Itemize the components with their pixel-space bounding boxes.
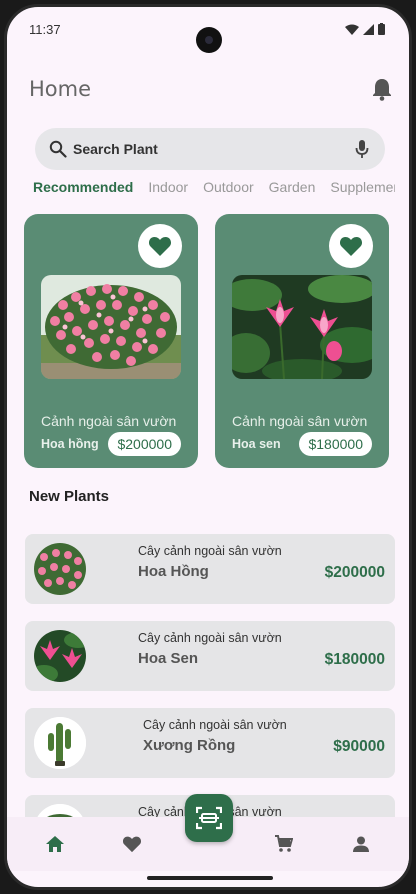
cactus-thumbnail (34, 717, 86, 769)
item-subtitle: Cây cảnh ngoài sân vườn (138, 631, 282, 645)
tab-supplement[interactable]: Supplement (330, 179, 395, 201)
signal-icon (363, 23, 374, 35)
tab-outdoor[interactable]: Outdoor (203, 179, 254, 201)
nav-home[interactable] (35, 824, 75, 864)
app-header: Home (29, 71, 393, 107)
search-bar[interactable] (35, 128, 385, 170)
card-name: Hoa hồng (41, 437, 99, 451)
heart-icon (339, 237, 363, 256)
front-camera (196, 27, 222, 53)
item-price: $200000 (324, 564, 385, 581)
page-title: Home (29, 77, 92, 101)
scan-icon (196, 806, 222, 830)
status-time: 11:37 (29, 21, 61, 37)
lotus-image (232, 275, 372, 379)
list-item[interactable]: Cây cảnh ngoài sân vườn Hoa Hồng $200000 (25, 534, 395, 604)
card-name: Hoa sen (232, 437, 281, 451)
favorite-button[interactable] (329, 224, 373, 268)
section-title: New Plants (29, 488, 110, 505)
wifi-icon (345, 24, 359, 35)
home-icon (46, 836, 65, 852)
bell-icon[interactable] (371, 77, 393, 101)
favorite-button[interactable] (138, 224, 182, 268)
microphone-icon[interactable] (355, 139, 369, 159)
item-name: Hoa Hồng (138, 563, 209, 580)
card-price: $180000 (299, 432, 372, 456)
list-item[interactable]: Cây cảnh ngoài sân vườn Xương Rồng $9000… (25, 708, 395, 778)
nav-favorites[interactable] (112, 824, 152, 864)
item-price: $180000 (324, 651, 385, 668)
item-subtitle: Cây cảnh ngoài sân vườn (138, 544, 282, 558)
home-indicator[interactable] (147, 876, 273, 880)
featured-card[interactable]: Cảnh ngoài sân vườn Hoa hồng $200000 (24, 214, 198, 468)
card-price: $200000 (108, 432, 181, 456)
lotus-thumbnail (34, 630, 86, 682)
featured-card[interactable]: Cảnh ngoài sân vườn Hoa sen $180000 (215, 214, 389, 468)
tab-recommended[interactable]: Recommended (33, 179, 133, 201)
item-price: $90000 (333, 738, 385, 755)
featured-carousel: Cảnh ngoài sân vườn Hoa hồng $200000 Cản… (24, 214, 404, 468)
rose-bush-image (41, 275, 181, 379)
person-icon (352, 836, 369, 852)
heart-icon (122, 836, 141, 853)
phone-screen: 11:37 Home Recommended Indoor Outdoor Ga… (4, 4, 412, 890)
card-subtitle: Cảnh ngoài sân vườn (41, 413, 177, 429)
rose-thumbnail (34, 543, 86, 595)
item-subtitle: Cây cảnh ngoài sân vườn (143, 718, 287, 732)
status-icons (345, 23, 385, 35)
search-input[interactable] (73, 141, 349, 157)
search-icon (49, 140, 67, 158)
item-name: Xương Rồng (143, 737, 236, 754)
category-tabs: Recommended Indoor Outdoor Garden Supple… (33, 179, 395, 201)
cart-icon (275, 835, 294, 852)
tab-indoor[interactable]: Indoor (148, 179, 188, 201)
heart-icon (148, 237, 172, 256)
card-subtitle: Cảnh ngoài sân vườn (232, 413, 368, 429)
item-name: Hoa Sen (138, 650, 199, 667)
tab-garden[interactable]: Garden (269, 179, 316, 201)
scan-button[interactable] (185, 794, 233, 842)
nav-profile[interactable] (341, 824, 381, 864)
battery-icon (378, 23, 385, 35)
nav-cart[interactable] (264, 824, 304, 864)
list-item[interactable]: Cây cảnh ngoài sân vườn Hoa Sen $180000 (25, 621, 395, 691)
